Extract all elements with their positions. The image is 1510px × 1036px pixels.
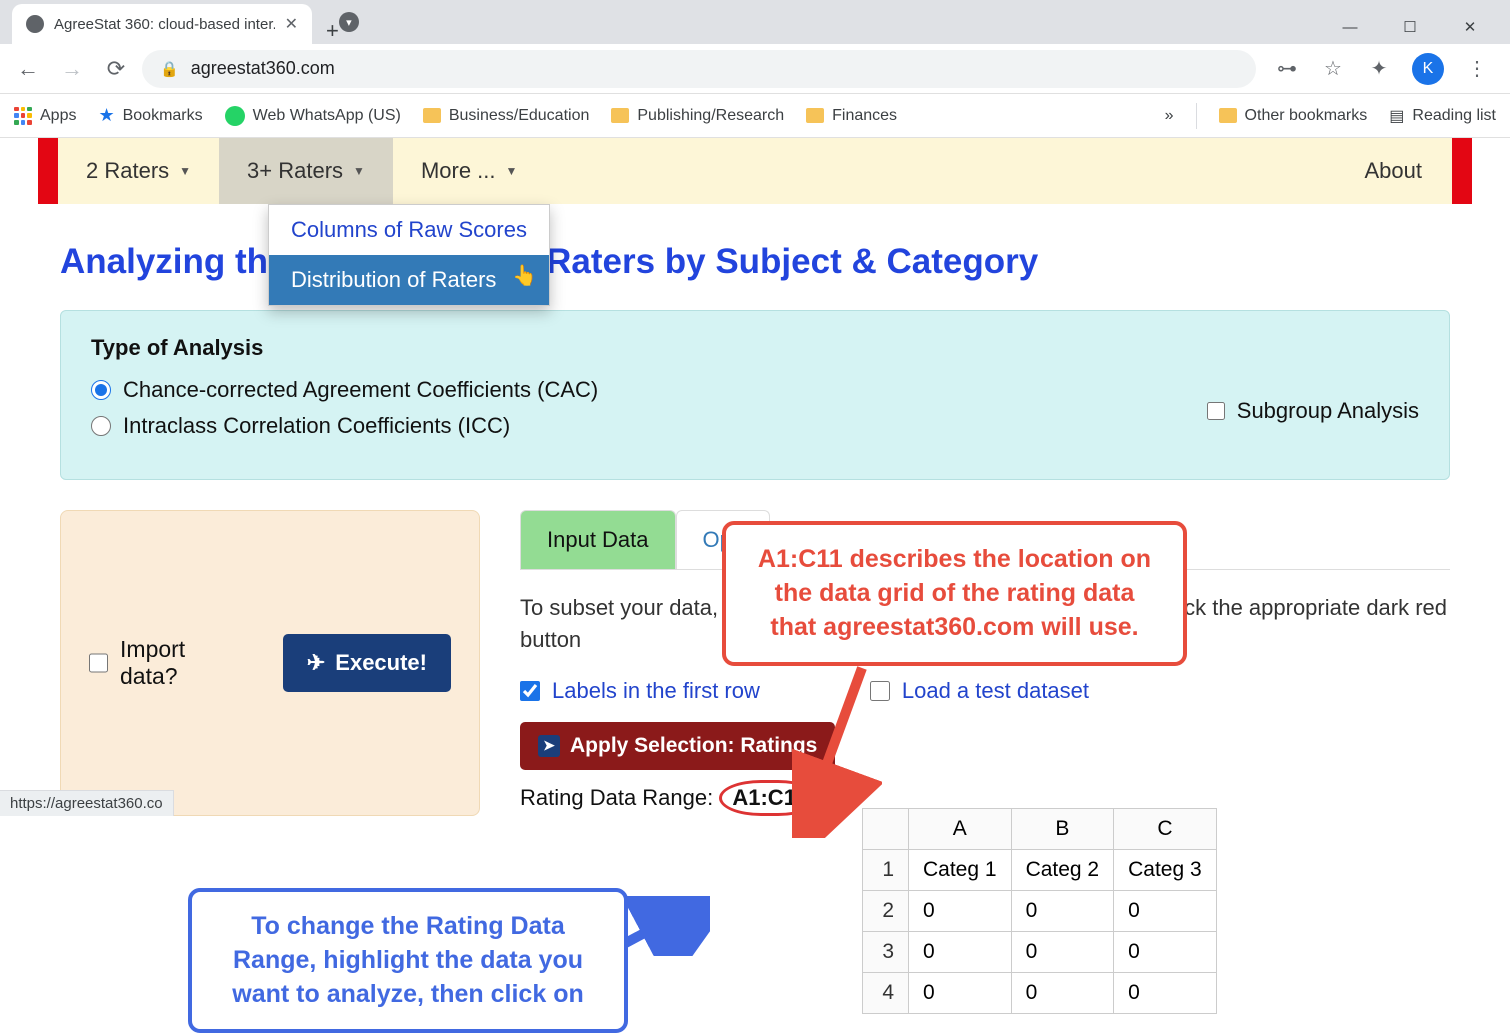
status-bar: https://agreestat360.co (0, 790, 174, 816)
dropdown-distribution[interactable]: Distribution of Raters 👆 (269, 255, 549, 305)
new-tab-button[interactable]: + (326, 18, 339, 44)
radio-icc[interactable]: Intraclass Correlation Coefficients (ICC… (91, 413, 598, 439)
execute-button[interactable]: ✈Execute! (283, 634, 451, 692)
table-row[interactable]: 2000 (863, 891, 1217, 932)
reading-list[interactable]: ▤Reading list (1389, 106, 1496, 126)
account-dropdown-icon[interactable]: ▾ (339, 12, 359, 32)
data-grid-wrap: ABC 1Categ 1Categ 2Categ 3 2000 3000 400… (862, 808, 1217, 1014)
chevron-down-icon: ▼ (353, 164, 365, 178)
star-icon[interactable]: ☆ (1320, 56, 1346, 82)
nav-about[interactable]: About (1337, 138, 1453, 204)
nav-2-raters[interactable]: 2 Raters▼ (58, 138, 219, 204)
raters-dropdown: Columns of Raw Scores Distribution of Ra… (268, 204, 550, 306)
bookmarks-bar: Apps ★Bookmarks Web WhatsApp (US) Busine… (0, 94, 1510, 138)
analysis-title: Type of Analysis (91, 335, 1419, 361)
address-bar-row: ← → ⟳ 🔒 agreestat360.com ⊶ ☆ ✦ K ⋮ (0, 44, 1510, 94)
maximize-button[interactable]: ☐ (1386, 10, 1434, 44)
separator (1196, 103, 1197, 129)
table-row[interactable]: 1Categ 1Categ 2Categ 3 (863, 850, 1217, 891)
whatsapp-icon (225, 106, 245, 126)
address-bar[interactable]: 🔒 agreestat360.com (142, 50, 1256, 88)
radio-cac[interactable]: Chance-corrected Agreement Coefficients … (91, 377, 598, 403)
toolbar-icons: ⊶ ☆ ✦ K ⋮ (1264, 53, 1500, 85)
overflow-icon[interactable]: » (1165, 107, 1174, 125)
back-button[interactable]: ← (10, 51, 46, 87)
chevron-down-icon: ▼ (179, 164, 191, 178)
apps-shortcut[interactable]: Apps (14, 107, 76, 125)
folder-icon (806, 108, 824, 123)
cursor-icon: 👆 (512, 263, 537, 288)
import-panel: Import data? ✈Execute! (60, 510, 480, 816)
extensions-icon[interactable]: ✦ (1366, 56, 1392, 82)
url-text: agreestat360.com (191, 58, 335, 79)
whatsapp-bookmark[interactable]: Web WhatsApp (US) (225, 106, 401, 126)
lock-icon: 🔒 (160, 60, 179, 78)
folder-icon (423, 108, 441, 123)
minimize-button[interactable]: — (1326, 10, 1374, 44)
arrow-red-icon (792, 658, 882, 838)
browser-tab[interactable]: AgreeStat 360: cloud-based inter... ✕ (12, 4, 312, 44)
analysis-panel: Type of Analysis Chance-corrected Agreem… (60, 310, 1450, 480)
finances-folder[interactable]: Finances (806, 107, 897, 125)
close-window-button[interactable]: ✕ (1446, 10, 1494, 44)
checkbox-subgroup[interactable]: Subgroup Analysis (1207, 383, 1419, 439)
chevron-down-icon: ▼ (506, 164, 518, 178)
tab-title: AgreeStat 360: cloud-based inter... (54, 16, 275, 33)
dropdown-columns-raw[interactable]: Columns of Raw Scores (269, 205, 549, 255)
apply-selection-button[interactable]: ➤Apply Selection: Ratings (520, 722, 835, 770)
paper-plane-icon: ✈ (307, 650, 325, 676)
callout-blue: To change the Rating Data Range, highlig… (188, 888, 628, 1033)
data-grid[interactable]: ABC 1Categ 1Categ 2Categ 3 2000 3000 400… (862, 808, 1217, 1014)
key-icon[interactable]: ⊶ (1274, 56, 1300, 82)
publishing-folder[interactable]: Publishing/Research (611, 107, 784, 125)
business-folder[interactable]: Business/Education (423, 107, 590, 125)
reading-list-icon: ▤ (1389, 106, 1404, 126)
bookmarks-shortcut[interactable]: ★Bookmarks (98, 105, 202, 126)
nav-3-raters[interactable]: 3+ Raters▼ (219, 138, 393, 204)
window-controls: — ☐ ✕ (1326, 10, 1510, 44)
browser-tabs: AgreeStat 360: cloud-based inter... ✕ + … (0, 0, 1510, 44)
top-nav: 2 Raters▼ 3+ Raters▼ More ...▼ About (38, 138, 1472, 204)
table-row[interactable]: 4000 (863, 973, 1217, 1014)
folder-icon (1219, 108, 1237, 123)
menu-icon[interactable]: ⋮ (1464, 56, 1490, 82)
callout-red: A1:C11 describes the location on the dat… (722, 521, 1187, 666)
star-filled-icon: ★ (98, 105, 114, 126)
import-checkbox[interactable]: Import data? (89, 636, 243, 690)
profile-avatar[interactable]: K (1412, 53, 1444, 85)
nav-more[interactable]: More ...▼ (393, 138, 545, 204)
table-row[interactable]: 3000 (863, 932, 1217, 973)
page-content: 2 Raters▼ 3+ Raters▼ More ...▼ About Col… (0, 138, 1510, 816)
arrow-icon: ➤ (538, 735, 560, 757)
folder-icon (611, 108, 629, 123)
other-bookmarks[interactable]: Other bookmarks (1219, 107, 1368, 125)
reload-button[interactable]: ⟳ (98, 51, 134, 87)
forward-button[interactable]: → (54, 51, 90, 87)
tab-input-data[interactable]: Input Data (520, 510, 676, 569)
globe-icon (26, 15, 44, 33)
close-icon[interactable]: ✕ (285, 14, 298, 34)
checkbox-labels-first-row[interactable]: Labels in the first row (520, 678, 760, 704)
checkbox-load-test[interactable]: Load a test dataset (870, 678, 1089, 704)
